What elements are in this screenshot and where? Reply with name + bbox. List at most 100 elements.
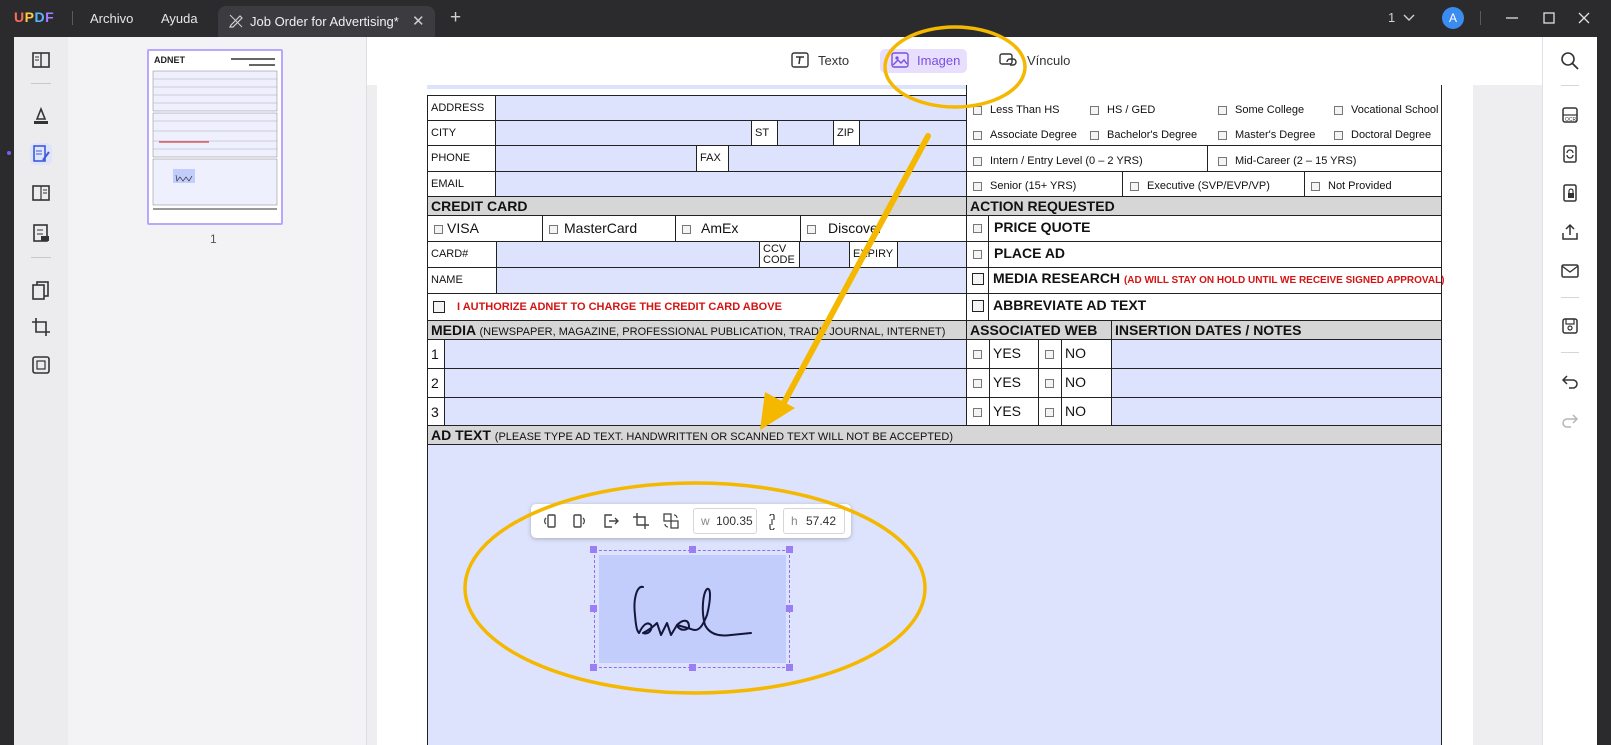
exp-option[interactable]: Executive (SVP/EVP/VP) [1130,180,1270,192]
menu-file[interactable]: Archivo [90,11,133,26]
checkbox[interactable] [807,224,816,234]
checkbox[interactable] [1045,378,1054,388]
city-field[interactable] [495,120,752,146]
resize-handle[interactable] [689,664,696,671]
mastercard-option[interactable]: MasterCard [549,220,637,236]
checkbox[interactable] [1334,105,1343,115]
web-no-option[interactable]: NO [1045,374,1086,390]
insertion-field[interactable] [1111,339,1442,369]
undo-icon[interactable] [1560,371,1580,391]
checkbox[interactable] [1090,130,1099,140]
avatar[interactable]: A [1442,7,1464,29]
checkbox[interactable] [973,407,982,417]
exp-option[interactable]: Intern / Entry Level (0 – 2 YRS) [973,155,1143,167]
tab-close-icon[interactable]: ✕ [412,12,425,30]
visa-option[interactable]: VISA [434,220,479,236]
checkbox[interactable] [682,224,691,234]
checkbox[interactable] [973,181,982,191]
window-count[interactable]: 1 [1388,10,1395,25]
fax-field[interactable] [728,145,967,172]
checkbox[interactable] [1218,130,1227,140]
menu-help[interactable]: Ayuda [161,11,198,26]
exp-option[interactable]: Senior (15+ YRS) [973,180,1076,192]
reader-icon[interactable] [30,49,52,71]
maximize-icon[interactable] [1540,9,1558,27]
redo-icon[interactable] [1560,410,1580,430]
checkbox[interactable] [973,130,982,140]
resize-handle[interactable] [689,546,696,553]
email-field[interactable] [495,171,967,197]
abbreviate-option[interactable]: ABBREVIATE AD TEXT [972,297,1146,313]
checkbox[interactable] [1218,156,1227,166]
checkbox[interactable] [973,156,982,166]
updf-logo[interactable]: UPDF [14,9,54,25]
insertion-field[interactable] [1111,368,1442,398]
media-field[interactable] [444,339,967,369]
web-no-option[interactable]: NO [1045,403,1086,419]
authorize-row[interactable]: I AUTHORIZE ADNET TO CHARGE THE CREDIT C… [427,293,967,321]
checkbox[interactable] [1090,105,1099,115]
crop-pages-icon[interactable] [30,316,52,338]
card-number-field[interactable] [496,241,760,268]
aspect-lock-icon[interactable] [766,514,778,530]
checkbox[interactable] [972,273,984,286]
checkbox[interactable] [549,224,558,234]
ocr-icon[interactable]: OCR [1560,105,1580,125]
resize-handle[interactable] [786,546,793,553]
name-field[interactable] [496,267,967,294]
convert-pages-icon[interactable] [30,279,52,301]
expiry-field[interactable] [897,241,967,268]
new-tab-icon[interactable]: + [450,7,461,29]
edu-option[interactable]: Less Than HS [973,104,1060,116]
media-field[interactable] [444,397,967,426]
price-quote-option[interactable]: PRICE QUOTE [973,219,1090,235]
edit-pdf-icon[interactable] [30,143,52,165]
checkbox[interactable] [1045,407,1054,417]
ad-text-field[interactable] [427,444,1442,745]
amex-option[interactable]: AmEx [682,220,738,236]
edu-option[interactable]: Some College [1218,104,1304,116]
exp-option[interactable]: Not Provided [1311,180,1392,192]
image-height-input[interactable]: h 57.42 [783,508,845,534]
document-tab[interactable]: Job Order for Advertising* ✕ [218,6,435,37]
checkbox[interactable] [1334,130,1343,140]
checkbox[interactable] [972,300,984,313]
search-icon[interactable] [1560,51,1580,71]
checkbox[interactable] [973,105,982,115]
resize-handle[interactable] [590,664,597,671]
media-research-option[interactable]: MEDIA RESEARCH (AD WILL STAY ON HOLD UNT… [972,270,1445,286]
resize-handle[interactable] [786,605,793,612]
checkbox[interactable] [973,223,982,233]
checkbox[interactable] [434,224,443,234]
checkbox[interactable] [973,378,982,388]
address-field[interactable] [495,95,967,121]
extract-image-icon[interactable] [602,512,620,530]
email-icon[interactable] [1560,261,1580,281]
checkbox[interactable] [973,249,982,259]
add-link-button[interactable]: Vínculo [998,49,1070,73]
checkbox[interactable] [433,301,445,314]
exp-option[interactable]: Mid-Career (2 – 15 YRS) [1218,155,1356,167]
compress-pages-icon[interactable] [30,354,52,376]
discover-option[interactable]: Discover [807,220,882,236]
web-yes-option[interactable]: YES [973,345,1021,361]
insertion-field[interactable] [1111,397,1442,426]
checkbox[interactable] [973,349,982,359]
media-field[interactable] [444,368,967,398]
edu-option[interactable]: Bachelor's Degree [1090,129,1197,141]
edu-option[interactable]: Associate Degree [973,129,1077,141]
resize-handle[interactable] [590,605,597,612]
comment-highlighter-icon[interactable] [30,105,52,127]
image-width-input[interactable]: w 100.35 [693,508,757,534]
state-field[interactable] [777,120,834,146]
save-icon[interactable] [1560,316,1580,336]
minimize-icon[interactable] [1503,9,1521,27]
edu-option[interactable]: Vocational School [1334,104,1438,116]
checkbox[interactable] [1130,181,1139,191]
share-icon[interactable] [1560,222,1580,242]
rotate-left-icon[interactable] [541,512,559,530]
checkbox[interactable] [1045,349,1054,359]
rotate-right-icon[interactable] [571,512,589,530]
protect-icon[interactable] [1560,183,1580,203]
chevron-down-icon[interactable] [1402,10,1416,24]
